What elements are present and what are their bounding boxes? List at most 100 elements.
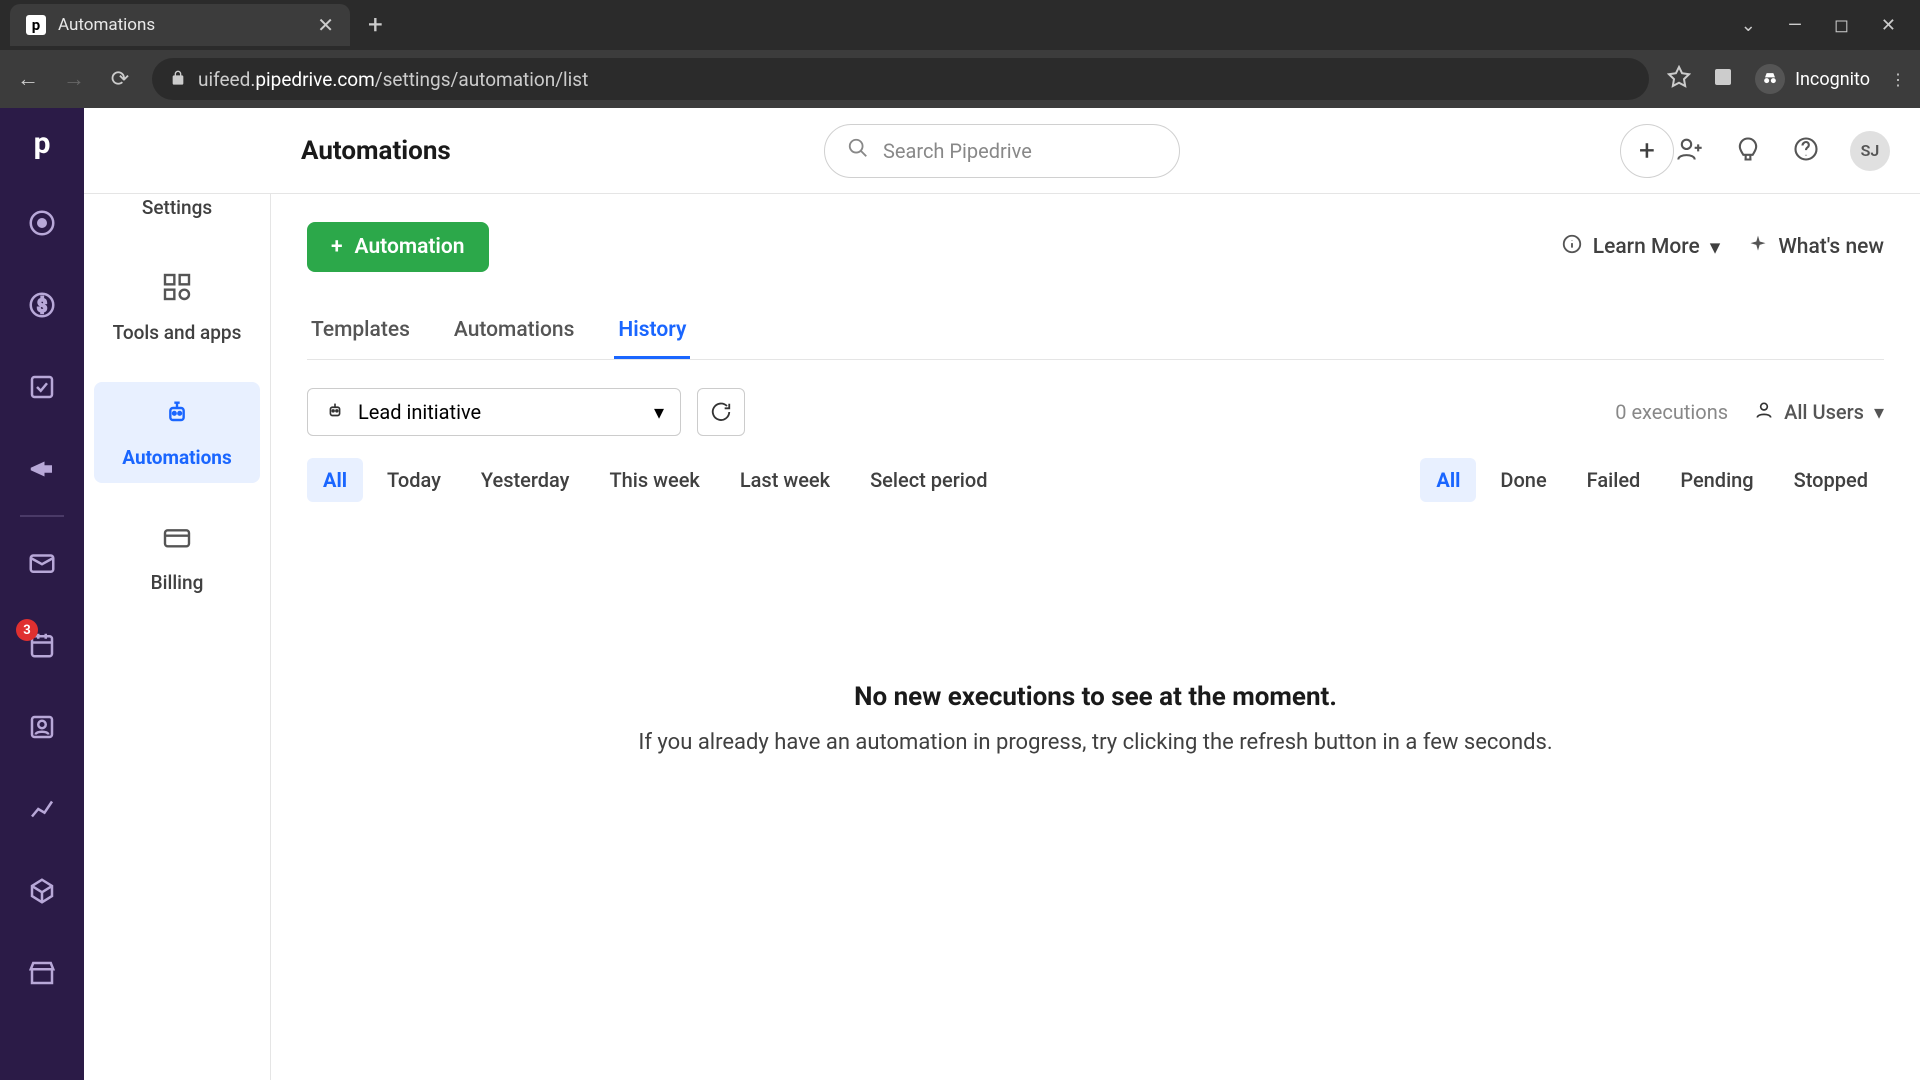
execution-count: 0 executions xyxy=(1615,400,1728,424)
rail-contacts-icon[interactable] xyxy=(22,707,62,747)
sidebar-item-tools[interactable]: Tools and apps xyxy=(94,257,260,358)
browser-tab[interactable]: p Automations ✕ xyxy=(10,4,350,46)
status-chips: All Done Failed Pending Stopped xyxy=(1420,458,1884,502)
chip-time-today[interactable]: Today xyxy=(371,458,457,502)
user-avatar[interactable]: SJ xyxy=(1850,131,1890,171)
chip-time-all[interactable]: All xyxy=(307,458,363,502)
url-bar[interactable]: uifeed.pipedrive.com/settings/automation… xyxy=(152,58,1649,100)
rail-focus-icon[interactable] xyxy=(22,203,62,243)
sidebar-item-automations[interactable]: Automations xyxy=(94,382,260,483)
tab-title: Automations xyxy=(58,15,155,35)
search-icon xyxy=(847,137,869,164)
search-input[interactable]: Search Pipedrive xyxy=(824,124,1180,178)
minimize-icon[interactable]: ― xyxy=(1788,15,1802,36)
forward-icon[interactable]: → xyxy=(60,66,88,92)
chevron-down-icon[interactable]: ⌄ xyxy=(1741,15,1756,36)
learn-more-label: Learn More xyxy=(1593,235,1700,259)
filters-row: Lead initiative ▾ 0 executions All Users… xyxy=(307,388,1884,436)
chip-status-done[interactable]: Done xyxy=(1484,458,1562,502)
assistant-icon[interactable] xyxy=(1734,135,1762,167)
header-right: Learn More ▾ What's new xyxy=(1561,233,1884,261)
rail-projects-icon[interactable] xyxy=(22,367,62,407)
new-tab-button[interactable]: + xyxy=(368,10,383,40)
sidebar-item-label: Settings xyxy=(142,196,212,219)
maximize-icon[interactable]: ◻ xyxy=(1834,15,1849,36)
sidebar-item-label: Automations xyxy=(122,446,231,469)
user-filter-dropdown[interactable]: All Users ▾ xyxy=(1754,400,1884,425)
time-chips: All Today Yesterday This week Last week … xyxy=(307,458,1004,502)
reload-icon[interactable]: ⟳ xyxy=(106,67,134,92)
empty-state: No new executions to see at the moment. … xyxy=(307,682,1884,755)
browser-actions: Incognito ⋮ xyxy=(1667,64,1906,94)
back-icon[interactable]: ← xyxy=(14,66,42,92)
rail-campaigns-icon[interactable] xyxy=(22,449,62,489)
rail-insights-icon[interactable] xyxy=(22,789,62,829)
info-icon xyxy=(1561,233,1583,261)
sparkle-icon xyxy=(1748,234,1768,260)
lock-icon xyxy=(170,68,186,91)
empty-subtitle: If you already have an automation in pro… xyxy=(307,730,1884,755)
automation-dropdown[interactable]: Lead initiative ▾ xyxy=(307,388,681,436)
user-filter-label: All Users xyxy=(1784,400,1864,424)
close-window-icon[interactable]: ✕ xyxy=(1881,15,1896,36)
chip-time-select[interactable]: Select period xyxy=(854,458,1003,502)
nav-bar: ← → ⟳ uifeed.pipedrive.com/settings/auto… xyxy=(0,50,1920,108)
chevron-down-icon: ▾ xyxy=(654,400,664,424)
topbar: Automations Search Pipedrive + SJ xyxy=(84,108,1920,194)
tab-templates[interactable]: Templates xyxy=(307,304,414,359)
tab-automations[interactable]: Automations xyxy=(450,304,579,359)
invite-icon[interactable] xyxy=(1676,135,1704,167)
chip-time-yesterday[interactable]: Yesterday xyxy=(465,458,586,502)
dropdown-value: Lead initiative xyxy=(358,400,481,424)
sidebar-item-label: Tools and apps xyxy=(113,321,242,344)
star-icon[interactable] xyxy=(1667,65,1691,93)
logo-icon[interactable]: p xyxy=(34,126,51,161)
rail-marketplace-icon[interactable] xyxy=(22,953,62,993)
tab-bar: p Automations ✕ + ⌄ ― ◻ ✕ xyxy=(0,0,1920,50)
robot-icon xyxy=(324,399,346,426)
rail-deals-icon[interactable]: $ xyxy=(22,285,62,325)
filters-right: 0 executions All Users ▾ xyxy=(1615,400,1884,425)
chip-status-pending[interactable]: Pending xyxy=(1664,458,1769,502)
incognito-badge[interactable]: Incognito xyxy=(1755,64,1870,94)
rail-activities-icon[interactable]: 3 xyxy=(22,625,62,665)
search-placeholder: Search Pipedrive xyxy=(883,139,1032,163)
browser-chrome: p Automations ✕ + ⌄ ― ◻ ✕ ← → ⟳ uifeed.p… xyxy=(0,0,1920,108)
sidebar-item-label: Billing xyxy=(151,571,204,594)
refresh-button[interactable] xyxy=(697,388,745,436)
chevron-down-icon: ▾ xyxy=(1710,235,1721,260)
automation-icon xyxy=(161,396,193,436)
help-icon[interactable] xyxy=(1792,135,1820,167)
chip-status-stopped[interactable]: Stopped xyxy=(1778,458,1884,502)
chip-time-thisweek[interactable]: This week xyxy=(593,458,715,502)
rail-mail-icon[interactable] xyxy=(22,543,62,583)
rail-products-icon[interactable] xyxy=(22,871,62,911)
learn-more-button[interactable]: Learn More ▾ xyxy=(1561,233,1721,261)
main: Automations Search Pipedrive + SJ + Auto… xyxy=(271,108,1920,1080)
page-title: Automations xyxy=(301,136,451,166)
rail-separator xyxy=(20,515,64,517)
topbar-actions: SJ xyxy=(1676,131,1890,171)
close-tab-icon[interactable]: ✕ xyxy=(317,13,334,37)
user-icon xyxy=(1754,400,1774,425)
extension-icon[interactable] xyxy=(1711,65,1735,93)
chevron-down-icon: ▾ xyxy=(1874,400,1884,424)
left-rail: p $ 3 xyxy=(0,108,84,1080)
tab-history[interactable]: History xyxy=(614,304,690,359)
whats-new-button[interactable]: What's new xyxy=(1748,234,1884,260)
sidebar-item-billing[interactable]: Billing xyxy=(94,507,260,608)
menu-icon[interactable]: ⋮ xyxy=(1890,70,1906,89)
billing-icon xyxy=(161,521,193,561)
incognito-label: Incognito xyxy=(1795,69,1870,90)
url-text: uifeed.pipedrive.com/settings/automation… xyxy=(198,68,588,91)
chip-time-lastweek[interactable]: Last week xyxy=(724,458,846,502)
chip-status-failed[interactable]: Failed xyxy=(1571,458,1657,502)
chip-status-all[interactable]: All xyxy=(1420,458,1476,502)
content: + Automation Learn More ▾ What's new xyxy=(271,194,1920,1080)
tools-icon xyxy=(161,271,193,311)
quick-add-button[interactable]: + xyxy=(1620,124,1674,178)
settings-sidebar: Settings Tools and apps Automations Bill… xyxy=(84,108,271,1080)
notification-badge: 3 xyxy=(16,619,38,641)
svg-text:$: $ xyxy=(37,295,47,316)
new-automation-button[interactable]: + Automation xyxy=(307,222,489,272)
